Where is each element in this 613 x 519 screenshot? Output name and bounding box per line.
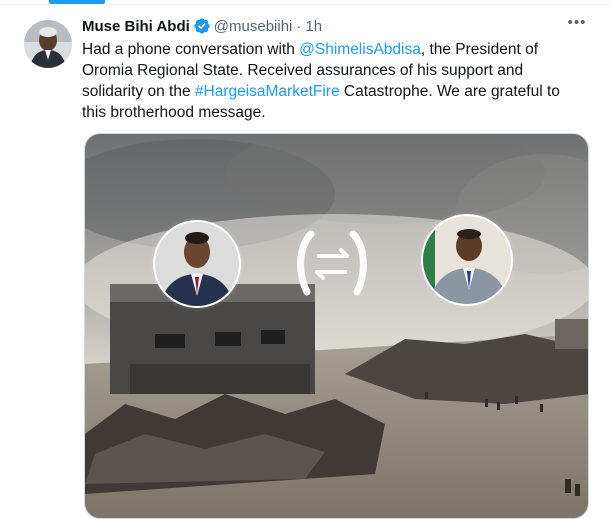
- tweet-media-image[interactable]: [84, 133, 589, 519]
- hashtag-link[interactable]: #HargeisaMarketFire: [195, 83, 340, 100]
- author-handle[interactable]: @musebiihi: [214, 18, 293, 35]
- verified-badge-icon: [194, 18, 210, 34]
- tweet-header: Muse Bihi Abdi @musebiihi · 1h: [82, 15, 594, 37]
- tweet-text-part: Had a phone conversation with: [82, 41, 300, 58]
- avatar-image: [24, 20, 72, 68]
- more-options-icon[interactable]: •••: [566, 15, 588, 35]
- tweet-timestamp[interactable]: 1h: [305, 18, 322, 35]
- header-separator: ·: [296, 17, 302, 35]
- avatar[interactable]: [24, 20, 72, 68]
- mention-link[interactable]: @ShimelisAbdisa: [299, 41, 421, 58]
- divider: [0, 4, 613, 5]
- author-name[interactable]: Muse Bihi Abdi: [82, 18, 190, 35]
- tweet-text: Had a phone conversation with @ShimelisA…: [82, 39, 587, 123]
- tweet[interactable]: Muse Bihi Abdi @musebiihi · 1h ••• Had a…: [82, 15, 594, 123]
- media-illustration: [85, 134, 588, 518]
